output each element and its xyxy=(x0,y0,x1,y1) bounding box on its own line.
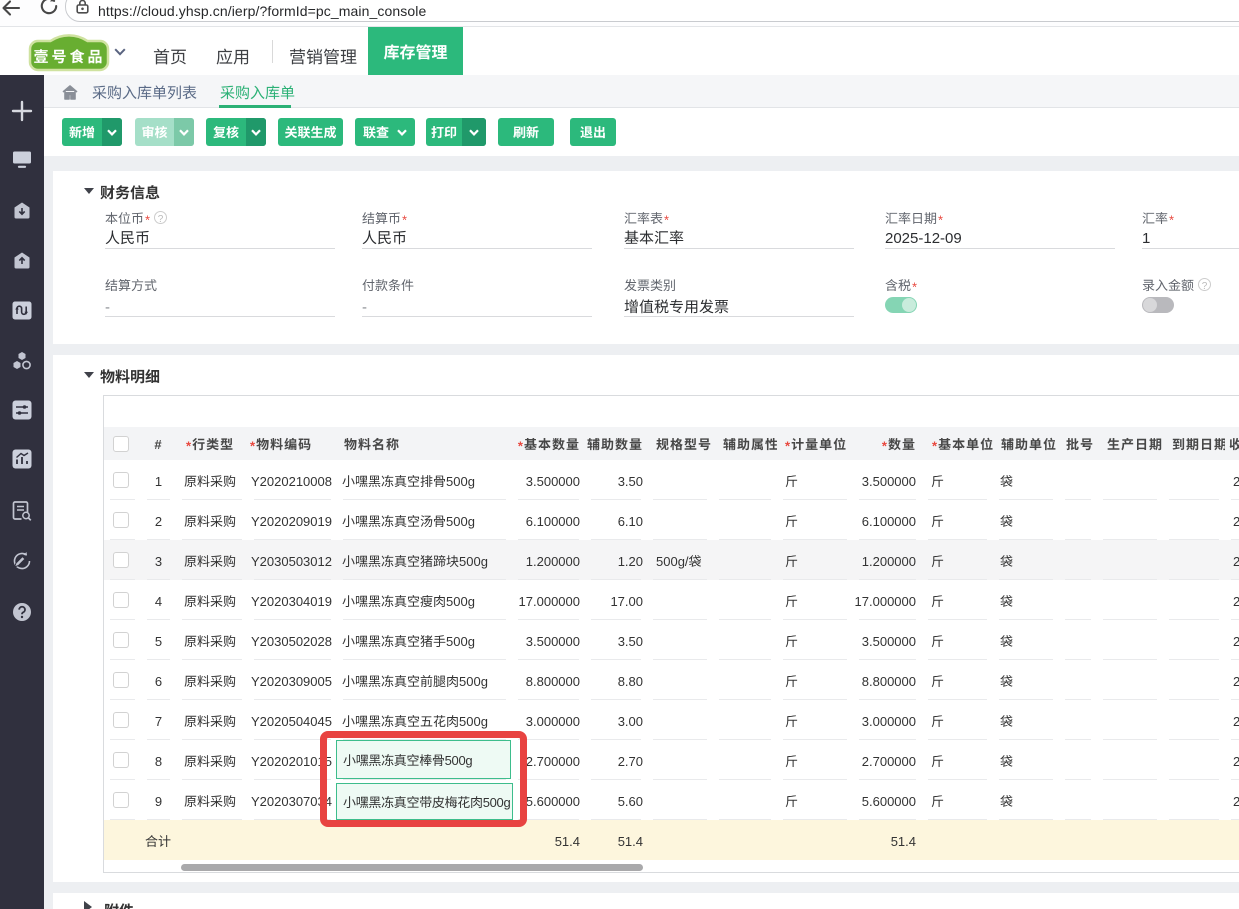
svg-text:壹号食品: 壹号食品 xyxy=(33,46,105,67)
